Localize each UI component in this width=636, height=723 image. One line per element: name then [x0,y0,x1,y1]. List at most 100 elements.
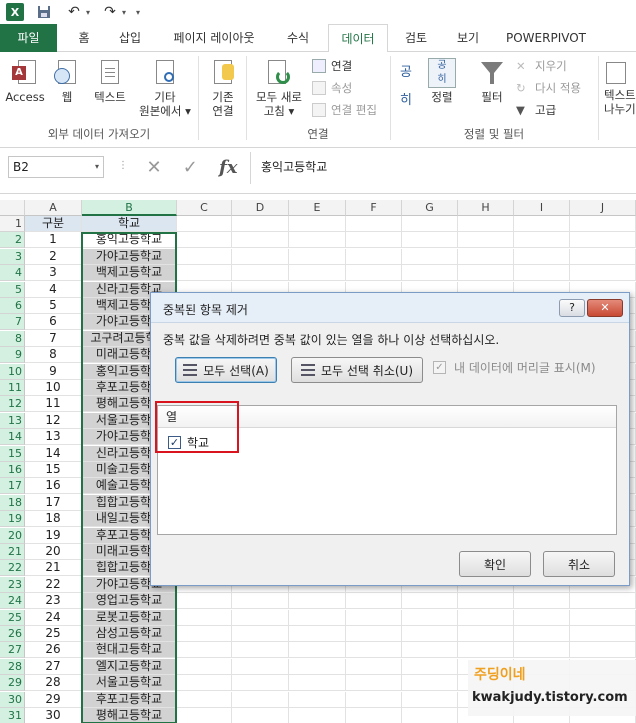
column-header[interactable]: E [289,200,346,216]
column-header[interactable]: I [514,200,570,216]
cell[interactable]: 29 [25,691,82,708]
cancel-button[interactable]: 취소 [543,551,615,577]
cell[interactable] [177,216,232,232]
cell[interactable]: 14 [25,445,82,462]
cell[interactable] [177,609,232,626]
cell[interactable]: 평해고등학교 [82,708,177,723]
cell[interactable] [458,216,514,232]
redo-icon[interactable]: ↷ [100,3,120,21]
cell[interactable] [232,248,289,265]
cell[interactable] [289,708,346,723]
row-header[interactable]: 5 [0,281,25,298]
column-header[interactable]: J [570,200,636,216]
cell[interactable] [346,691,402,708]
cell[interactable] [570,626,636,642]
cell[interactable] [402,609,458,626]
cell[interactable] [514,232,570,249]
cell[interactable]: 7 [25,330,82,347]
column-header[interactable]: B [82,200,177,216]
properties-button[interactable]: 속성 [312,78,352,98]
cell[interactable] [177,642,232,659]
row-header[interactable]: 16 [0,462,25,478]
row-header[interactable]: 11 [0,380,25,396]
cell[interactable]: 4 [25,281,82,298]
reapply-button[interactable]: ↻ 다시 적용 [516,78,581,98]
cell[interactable] [570,248,636,265]
row-header[interactable]: 30 [0,691,25,708]
cell[interactable] [402,675,458,692]
cell[interactable] [402,658,458,675]
close-button[interactable]: ✕ [587,299,623,317]
row-header[interactable]: 25 [0,609,25,626]
cell[interactable]: 13 [25,429,82,446]
row-header[interactable]: 23 [0,576,25,593]
dialog-title-bar[interactable]: 중복된 항목 제거 ? ✕ [151,293,629,323]
cell[interactable] [402,216,458,232]
cell[interactable]: 2 [25,248,82,265]
cell[interactable] [177,593,232,610]
cell[interactable]: 15 [25,462,82,478]
cell[interactable]: 6 [25,314,82,331]
cell[interactable] [289,658,346,675]
tab-insert[interactable]: 삽입 [108,24,152,52]
tab-powerpivot[interactable]: POWERPIVOT [500,24,592,52]
column-header[interactable]: G [402,200,458,216]
cell[interactable] [232,609,289,626]
tab-view[interactable]: 보기 [444,24,492,52]
cell[interactable] [177,675,232,692]
cell[interactable] [570,593,636,610]
cell[interactable]: 18 [25,511,82,528]
cell[interactable] [570,642,636,659]
cell[interactable] [177,626,232,642]
row-header[interactable]: 28 [0,658,25,675]
cell[interactable] [458,232,514,249]
cell[interactable]: 5 [25,298,82,314]
tab-data[interactable]: 데이터 [328,24,388,53]
cell[interactable] [289,265,346,282]
enter-formula-icon[interactable]: ✓ [183,157,198,178]
row-header[interactable]: 27 [0,642,25,659]
cell[interactable]: 홍익고등학교 [82,232,177,249]
advanced-filter-button[interactable]: ▼ 고급 [516,100,556,120]
cell[interactable] [289,248,346,265]
cell[interactable] [346,216,402,232]
cell[interactable] [346,232,402,249]
cell[interactable] [346,593,402,610]
cell[interactable] [570,232,636,249]
cell[interactable] [346,265,402,282]
cell[interactable] [232,691,289,708]
cell[interactable] [177,265,232,282]
my-data-has-headers-checkbox[interactable]: ✓ 내 데이터에 머리글 표시(M) [433,359,596,376]
sort-button[interactable]: 공히 정렬 [424,58,460,104]
row-header[interactable]: 1 [0,216,25,232]
cell[interactable]: 17 [25,494,82,511]
cell[interactable]: 3 [25,265,82,282]
cell[interactable]: 20 [25,544,82,560]
cell[interactable] [514,609,570,626]
cell[interactable]: 8 [25,347,82,364]
row-header[interactable]: 22 [0,560,25,577]
cell[interactable] [232,658,289,675]
cell[interactable]: 19 [25,527,82,544]
connections-button[interactable]: 연결 [312,56,352,76]
cell[interactable] [232,265,289,282]
tab-home[interactable]: 홈 [66,24,102,52]
cell[interactable]: 삼성고등학교 [82,626,177,642]
cell[interactable] [458,248,514,265]
cell[interactable] [458,642,514,659]
cell[interactable]: 구분 [25,216,82,232]
cell[interactable]: 27 [25,658,82,675]
cell[interactable] [570,265,636,282]
cell[interactable] [514,248,570,265]
cell[interactable] [514,265,570,282]
row-header[interactable]: 17 [0,478,25,495]
text-to-columns-button[interactable]: 텍스트 나누기 [604,58,636,116]
row-header[interactable]: 26 [0,626,25,642]
unselect-all-button[interactable]: 모두 선택 취소(U) [291,357,423,383]
cell[interactable] [458,609,514,626]
row-header[interactable]: 12 [0,396,25,413]
row-header[interactable]: 9 [0,347,25,364]
tab-formulas[interactable]: 수식 [274,24,322,52]
cell[interactable]: 학교 [82,216,177,232]
cell[interactable] [402,265,458,282]
